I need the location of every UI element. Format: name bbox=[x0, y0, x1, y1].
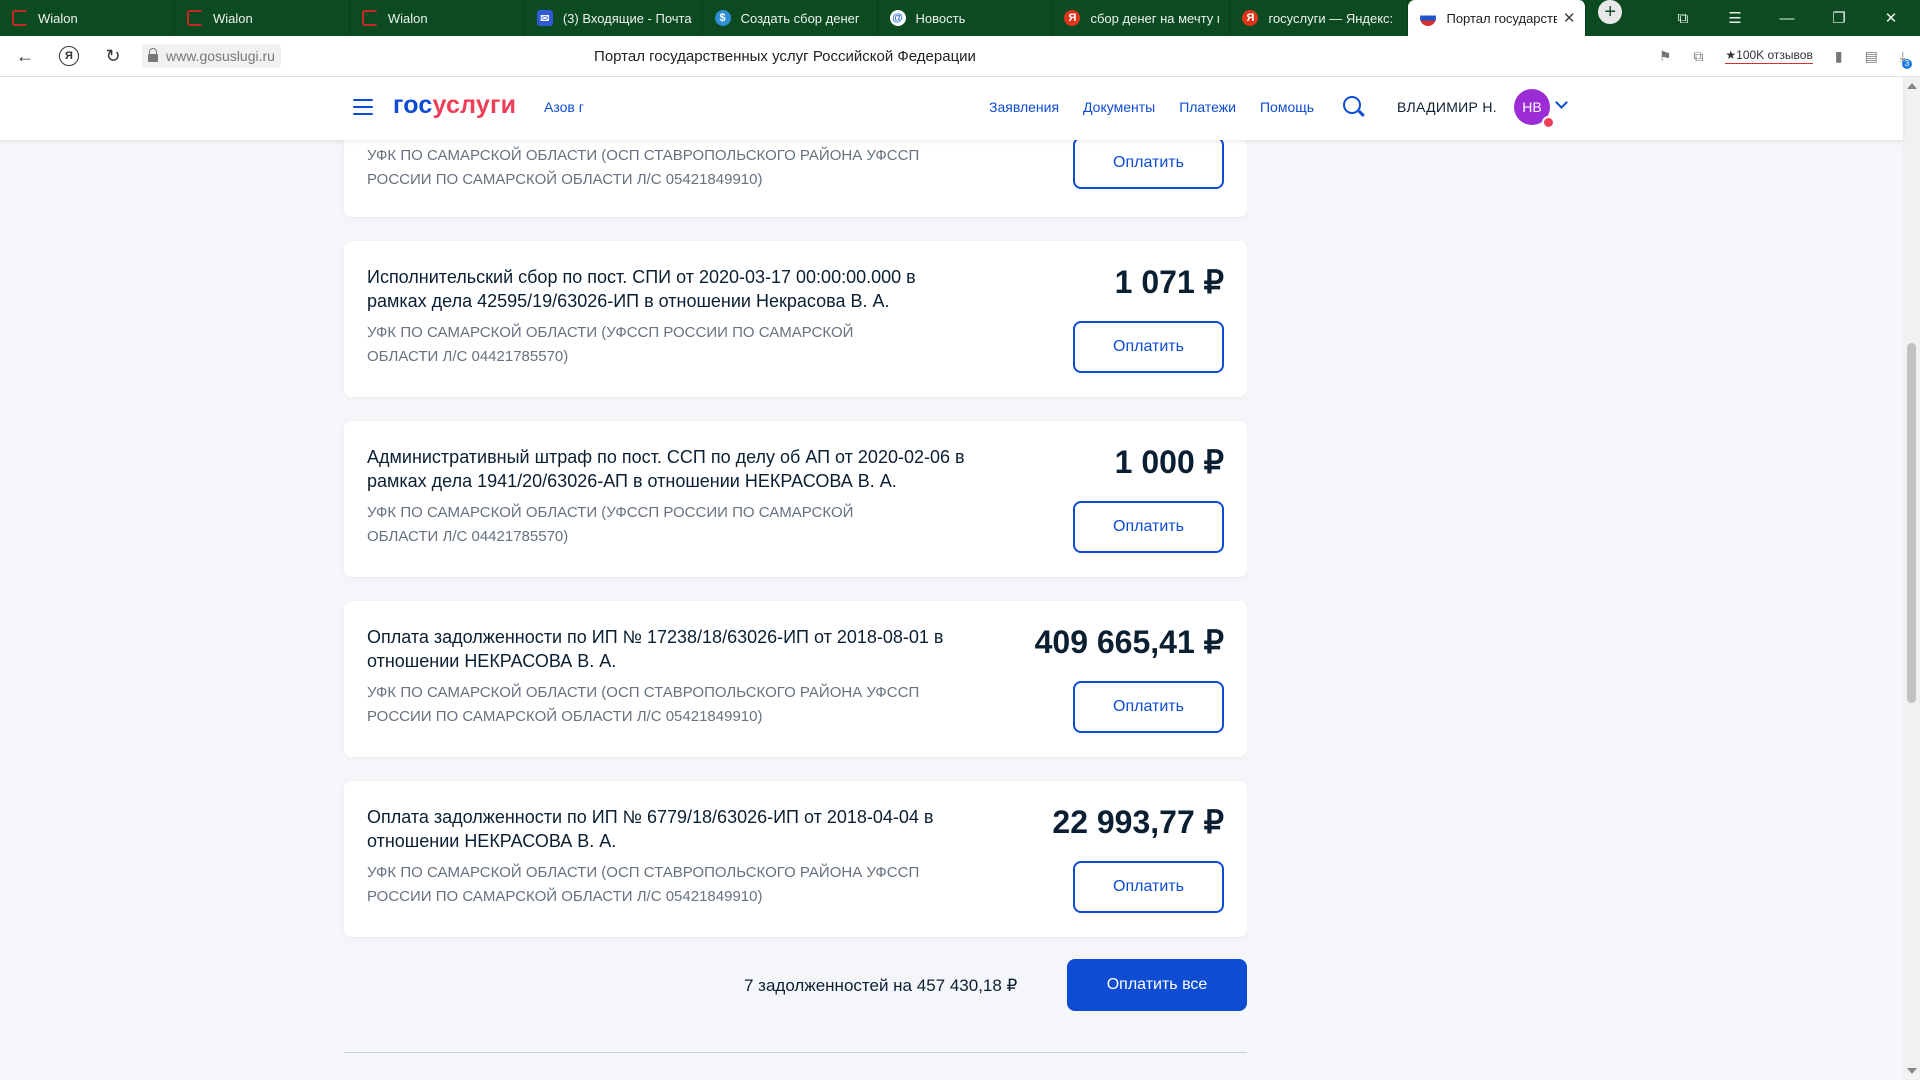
nav-item-payments[interactable]: Платежи bbox=[1179, 99, 1236, 115]
translate-icon[interactable]: ⚑ bbox=[1659, 48, 1672, 65]
pay-button[interactable]: Оплатить bbox=[1073, 501, 1224, 553]
debt-recipient: УФК ПО САМАРСКОЙ ОБЛАСТИ (ОСП СТАВРОПОЛЬ… bbox=[367, 147, 920, 188]
address-bar: ← Я ↻ www.gosuslugi.ru Портал государств… bbox=[0, 36, 1920, 77]
debt-recipient: УФК ПО САМАРСКОЙ ОБЛАСТИ (ОСП СТАВРОПОЛЬ… bbox=[367, 684, 920, 725]
bookmark-icon[interactable]: ▮ bbox=[1835, 48, 1843, 65]
tab-label: госуслуги — Яндекс: н bbox=[1268, 10, 1398, 26]
tab-label: Wialon bbox=[38, 10, 78, 26]
window-controls: ⧉ ☰ — ❐ ✕ bbox=[1672, 0, 1920, 36]
at-icon: @ bbox=[889, 10, 906, 26]
download-count: 3 bbox=[1902, 58, 1912, 69]
nav-item-applications[interactable]: Заявления bbox=[989, 99, 1059, 115]
back-arrow-icon[interactable]: ← bbox=[14, 45, 36, 67]
debt-amount: 22 993,77 ₽ bbox=[1052, 804, 1224, 840]
flag-icon bbox=[1420, 10, 1437, 26]
pay-all-button[interactable]: Оплатить все bbox=[1067, 959, 1247, 1011]
minimize-icon[interactable]: — bbox=[1776, 10, 1798, 27]
tab-label: Wialon bbox=[387, 10, 428, 26]
debt-recipient: УФК ПО САМАРСКОЙ ОБЛАСТИ (ОСП СТАВРОПОЛЬ… bbox=[367, 864, 920, 905]
scrollbar-thumb[interactable] bbox=[1907, 343, 1916, 703]
yandex-icon: Я bbox=[1064, 10, 1081, 26]
url-field[interactable]: www.gosuslugi.ru bbox=[142, 44, 281, 68]
debt-card: УФК ПО САМАРСКОЙ ОБЛАСТИ (ОСП СТАВРОПОЛЬ… bbox=[344, 140, 1247, 217]
user-name[interactable]: ВЛАДИМИР Н. bbox=[1397, 99, 1497, 115]
browser-tab-strip: Wialon Wialon Wialon ✉ (3) Входящие - По… bbox=[0, 0, 1920, 36]
browser-tab[interactable]: Wialon bbox=[350, 0, 525, 36]
browser-tab[interactable]: ✉ (3) Входящие - Почта bbox=[525, 0, 703, 36]
debt-card: Оплата задолженности по ИП № 6779/18/630… bbox=[344, 781, 1247, 937]
tab-label: Портал государстве bbox=[1446, 10, 1557, 26]
close-icon[interactable]: ✕ bbox=[1563, 9, 1576, 27]
wialon-icon bbox=[361, 10, 378, 26]
wialon-icon bbox=[12, 10, 28, 26]
debt-title: Исполнительский сбор по пост. СПИ от 202… bbox=[367, 267, 916, 311]
tab-label: (3) Входящие - Почта bbox=[562, 10, 692, 26]
pay-button[interactable]: Оплатить bbox=[1073, 861, 1224, 913]
download-icon[interactable]: ⤓ 3 bbox=[1900, 48, 1912, 69]
reload-icon[interactable]: ↻ bbox=[102, 45, 124, 67]
pay-button[interactable]: Оплатить bbox=[1073, 140, 1224, 189]
browser-tab[interactable]: $ Создать сбор денег bbox=[703, 0, 878, 36]
nav-item-documents[interactable]: Документы bbox=[1083, 99, 1155, 115]
debt-amount: 1 071 ₽ bbox=[1114, 264, 1224, 300]
top-nav: Заявления Документы Платежи Помощь bbox=[989, 99, 1314, 115]
debt-amount: 1 000 ₽ bbox=[1114, 444, 1224, 480]
browser-tab[interactable]: Я сбор денег на мечту п bbox=[1052, 0, 1231, 36]
reviews-badge[interactable]: ★100K отзывов bbox=[1725, 48, 1813, 64]
tab-label: сбор денег на мечту п bbox=[1090, 10, 1220, 26]
mail-icon: ✉ bbox=[536, 10, 553, 26]
site-header: госуслуги Азов г Заявления Документы Пла… bbox=[0, 77, 1903, 140]
browser-tab[interactable]: Wialon bbox=[0, 0, 175, 36]
scroll-up-icon[interactable] bbox=[1907, 83, 1917, 89]
scrollbar[interactable] bbox=[1903, 77, 1920, 1080]
browser-tab[interactable]: Wialon bbox=[175, 0, 350, 36]
tab-label: Wialon bbox=[212, 10, 253, 26]
debt-card: Оплата задолженности по ИП № 17238/18/63… bbox=[344, 601, 1247, 757]
yandex-icon: Я bbox=[1242, 10, 1259, 26]
window-close-icon[interactable]: ✕ bbox=[1880, 9, 1902, 27]
browser-tab[interactable]: @ Новость bbox=[878, 0, 1053, 36]
debt-card: Исполнительский сбор по пост. СПИ от 202… bbox=[344, 241, 1247, 397]
pay-button[interactable]: Оплатить bbox=[1073, 681, 1224, 733]
scroll-down-icon[interactable] bbox=[1907, 1068, 1917, 1074]
debt-recipient: УФК ПО САМАРСКОЙ ОБЛАСТИ (УФССП РОССИИ П… bbox=[367, 324, 854, 365]
wialon-icon bbox=[186, 10, 203, 26]
chevron-down-icon[interactable] bbox=[1555, 96, 1568, 109]
menu-icon[interactable] bbox=[353, 99, 373, 115]
new-tab-button[interactable]: + bbox=[1598, 0, 1623, 24]
browser-tab[interactable]: Я госуслуги — Яндекс: н bbox=[1230, 0, 1409, 36]
debt-title: Оплата задолженности по ИП № 6779/18/630… bbox=[367, 807, 934, 851]
menu-icon[interactable]: ☰ bbox=[1724, 9, 1746, 27]
address-bar-tools: ⚑ ⧉ ★100K отзывов ▮ ▤ ⤓ 3 bbox=[1659, 36, 1912, 76]
browser-tab-active[interactable]: Портал государстве ✕ bbox=[1408, 0, 1587, 36]
divider bbox=[344, 1052, 1247, 1053]
collections-icon[interactable]: ▤ bbox=[1865, 48, 1878, 65]
yandex-home-icon[interactable]: Я bbox=[58, 45, 80, 67]
tab-label: Новость bbox=[915, 10, 966, 26]
url-text: www.gosuslugi.ru bbox=[166, 48, 275, 64]
reader-icon[interactable]: ⧉ bbox=[1693, 48, 1703, 65]
debt-title: Административный штраф по пост. ССП по д… bbox=[367, 447, 965, 491]
donate-icon: $ bbox=[714, 10, 731, 26]
debt-amount: 409 665,41 ₽ bbox=[1034, 624, 1224, 660]
debts-list: УФК ПО САМАРСКОЙ ОБЛАСТИ (ОСП СТАВРОПОЛЬ… bbox=[0, 140, 1903, 1080]
bookmark-tab-icon[interactable]: ⧉ bbox=[1672, 10, 1694, 27]
debt-recipient: УФК ПО САМАРСКОЙ ОБЛАСТИ (УФССП РОССИИ П… bbox=[367, 504, 854, 545]
restore-icon[interactable]: ❐ bbox=[1828, 9, 1850, 27]
debt-card: Административный штраф по пост. ССП по д… bbox=[344, 421, 1247, 577]
tab-label: Создать сбор денег bbox=[740, 10, 860, 26]
lock-icon bbox=[148, 47, 158, 62]
pay-button[interactable]: Оплатить bbox=[1073, 321, 1224, 373]
gosuslugi-logo[interactable]: госуслуги bbox=[393, 91, 516, 120]
location-selector[interactable]: Азов г bbox=[544, 99, 584, 115]
debts-summary: 7 задолженностей на 457 430,18 ₽ bbox=[744, 976, 1018, 995]
debt-title: Оплата задолженности по ИП № 17238/18/63… bbox=[367, 627, 944, 671]
nav-item-help[interactable]: Помощь bbox=[1260, 99, 1314, 115]
search-icon[interactable] bbox=[1343, 96, 1361, 114]
notification-dot bbox=[1542, 116, 1555, 129]
